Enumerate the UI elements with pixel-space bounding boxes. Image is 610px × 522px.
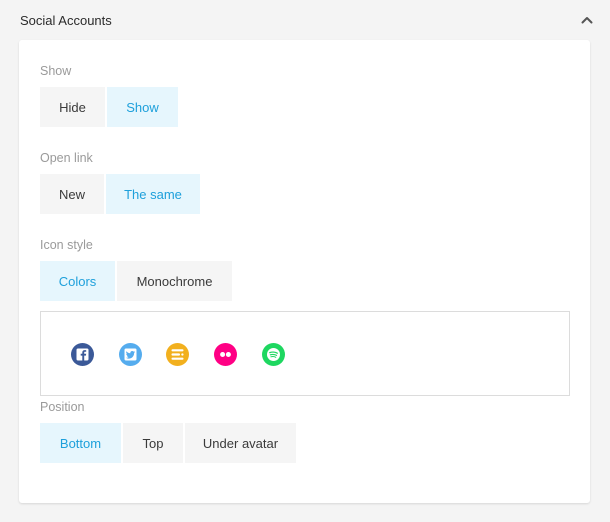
position-option-under-avatar[interactable]: Under avatar	[185, 423, 296, 463]
icon-style-option-monochrome[interactable]: Monochrome	[117, 261, 232, 301]
open-link-toggle: New The same	[40, 174, 200, 214]
show-option-hide[interactable]: Hide	[40, 87, 105, 127]
show-label: Show	[40, 64, 72, 78]
open-link-option-new[interactable]: New	[40, 174, 104, 214]
position-option-bottom[interactable]: Bottom	[40, 423, 121, 463]
chevron-up-icon	[581, 17, 593, 24]
position-label: Position	[40, 400, 85, 414]
icon-style-label: Icon style	[40, 238, 93, 252]
flickr-icon[interactable]	[214, 343, 237, 366]
position-option-top[interactable]: Top	[123, 423, 183, 463]
open-link-label: Open link	[40, 151, 93, 165]
blogger-icon[interactable]	[166, 343, 189, 366]
icon-preview-box	[40, 311, 570, 396]
position-toggle: Bottom Top Under avatar	[40, 423, 296, 463]
collapse-button[interactable]	[577, 10, 597, 30]
open-link-option-same[interactable]: The same	[106, 174, 200, 214]
icon-style-option-colors[interactable]: Colors	[40, 261, 115, 301]
show-toggle: Hide Show	[40, 87, 178, 127]
panel-header[interactable]: Social Accounts	[0, 0, 610, 40]
icon-style-toggle: Colors Monochrome	[40, 261, 232, 301]
spotify-icon[interactable]	[262, 343, 285, 366]
twitter-icon[interactable]	[119, 343, 142, 366]
show-option-show[interactable]: Show	[107, 87, 178, 127]
facebook-icon[interactable]	[71, 343, 94, 366]
settings-card: Show Hide Show Open link New The same Ic…	[19, 40, 590, 503]
panel-title: Social Accounts	[20, 12, 112, 28]
